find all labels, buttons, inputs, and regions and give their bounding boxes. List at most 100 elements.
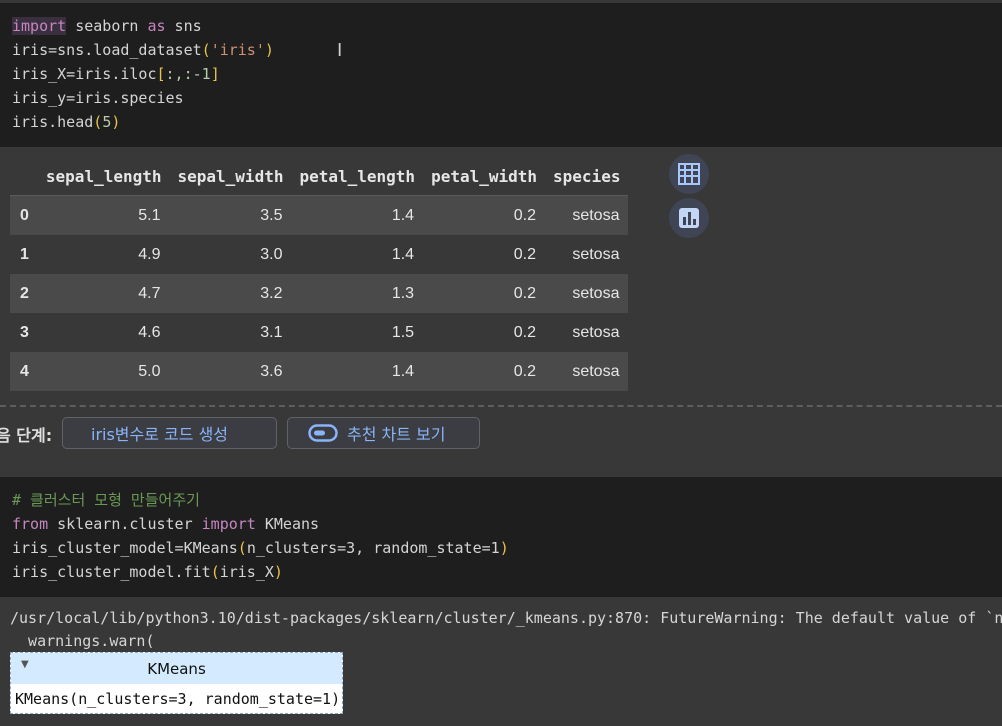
table-cell: setosa [545,195,629,235]
column-header: petal_width [423,157,546,196]
code-token: iris=sns.load_dataset [12,41,202,59]
bracket: ) [264,41,274,59]
code-token: sns [165,17,202,35]
table-cell: 0.2 [513,245,537,263]
table-cell: setosa [545,274,629,313]
table-row: 3 4.6 3.1 1.5 0.2 setosa [10,313,628,352]
generate-code-label: iris변수로 코드 생성 [91,425,229,444]
bracket: ] [210,65,220,83]
view-recommended-charts-button[interactable]: 추천 차트 보기 [287,417,480,449]
code-cell-2[interactable]: # 클러스터 모형 만들어주기 from sklearn.cluster imp… [0,477,1002,597]
table-header-row: sepal_length sepal_width petal_length pe… [10,157,629,196]
column-header: species [545,157,629,196]
column-header: sepal_width [169,157,292,196]
collapse-toggle-icon[interactable]: ▼ [21,659,29,670]
table-cell: 4.6 [138,323,161,341]
code-line-3: iris_cluster_model=KMeans(n_clusters=3, … [12,537,509,559]
row-index: 4 [10,352,38,391]
table-cell: setosa [572,245,620,263]
estimator-repr: KMeans(n_clusters=3, random_state=1) [15,689,341,708]
code-cell-1[interactable]: import seaborn as sns iris=sns.load_data… [0,3,1002,147]
string-literal: 'iris' [210,41,265,59]
next-steps-label: 음 단계: [0,426,53,445]
bracket: ) [273,563,283,581]
bracket: ( [237,539,247,557]
table-cell: 1.4 [291,195,424,235]
code-line-4: iris_cluster_model.fit(iris_X) [12,561,283,583]
table-cell: 4.9 [138,245,161,263]
slice-literal: :,:-1 [165,65,211,83]
table-cell: setosa [572,323,620,341]
row-index: 2 [10,274,38,313]
keyword: import [12,17,67,35]
code-line-5: iris.head(5) [12,111,120,133]
table-cell: 1.4 [391,245,415,263]
table-cell: 1.3 [291,274,424,313]
code-token: iris_cluster_model.fit [12,563,211,581]
estimator-header[interactable]: ▼ KMeans [11,653,342,684]
code-line-3: iris_X=iris.iloc[:,:-1] [12,63,220,85]
toggle-icon [308,424,338,442]
bracket: ) [499,539,509,557]
warnings-warn-text: warnings.warn( [10,632,155,650]
code-line-1: import seaborn as sns [12,15,202,37]
number-literal: 5 [102,113,112,131]
row-index: 0 [10,195,38,235]
column-header: petal_length [291,157,424,196]
generate-code-button[interactable]: iris변수로 코드 생성 [62,417,277,449]
keyword: as [147,17,166,35]
view-recommended-charts-label: 추천 차트 보기 [347,425,446,444]
code-token: iris_cluster_model=KMeans [12,539,238,557]
table-cell: 4.7 [37,274,170,313]
row-index: 3 [20,323,29,341]
table-row: 1 4.9 3.0 1.4 0.2 setosa [10,235,628,274]
code-token: seaborn [66,17,148,35]
table-row: 2 4.7 3.2 1.3 0.2 setosa [10,274,629,313]
table-cell: 0.2 [423,195,546,235]
table-cell: 3.6 [169,352,292,391]
code-line-2: from sklearn.cluster import KMeans [12,513,319,535]
dataframe-table: sepal_length sepal_width petal_length pe… [10,157,629,391]
estimator-name: KMeans [147,659,206,678]
divider [0,405,1002,407]
table-cell: 1.5 [391,323,415,341]
code-token: iris_y=iris.species [12,89,184,107]
index-header [10,157,38,196]
table-cell: 3.5 [169,195,292,235]
code-token: n_clusters=3, random_state=1 [246,539,500,557]
row-index: 1 [20,245,29,263]
bracket: ( [201,41,211,59]
table-cell: 5.1 [37,195,170,235]
dataframe-output: sepal_length sepal_width petal_length pe… [0,147,1002,402]
bracket: ) [111,113,121,131]
future-warning-text: /usr/local/lib/python3.10/dist-packages/… [10,609,1002,627]
table-cell: setosa [545,352,629,391]
table-row: 4 5.0 3.6 1.4 0.2 setosa [10,352,629,391]
chart-icon [679,208,699,228]
column-header: sepal_length [37,157,170,196]
code-line-4: iris_y=iris.species [12,87,184,109]
table-cell: 5.0 [37,352,170,391]
code-token: KMeans [255,515,320,533]
bracket: [ [156,65,166,83]
suggest-charts-button[interactable] [669,198,709,238]
table-cell: 0.2 [513,323,537,341]
estimator-widget: ▼ KMeans KMeans(n_clusters=3, random_sta… [10,652,343,714]
table-cell: 1.4 [291,352,424,391]
code-comment: # 클러스터 모형 만들어주기 [12,491,200,509]
text-cursor-icon: I [337,40,343,61]
keyword: import [201,515,256,533]
table-icon [678,163,700,185]
table-cell: 0.2 [423,352,546,391]
table-cell: 0.2 [423,274,546,313]
code-token: iris.head [12,113,94,131]
code-token: sklearn.cluster [48,515,202,533]
keyword: from [12,515,49,533]
bracket: ( [210,563,220,581]
table-cell: 3.1 [260,323,283,341]
table-row: 0 5.1 3.5 1.4 0.2 setosa [10,195,629,235]
code-token: iris_X=iris.iloc [12,65,157,83]
convert-to-interactive-table-button[interactable] [669,154,709,194]
table-cell: 3.2 [169,274,292,313]
table-cell: 3.0 [260,245,283,263]
